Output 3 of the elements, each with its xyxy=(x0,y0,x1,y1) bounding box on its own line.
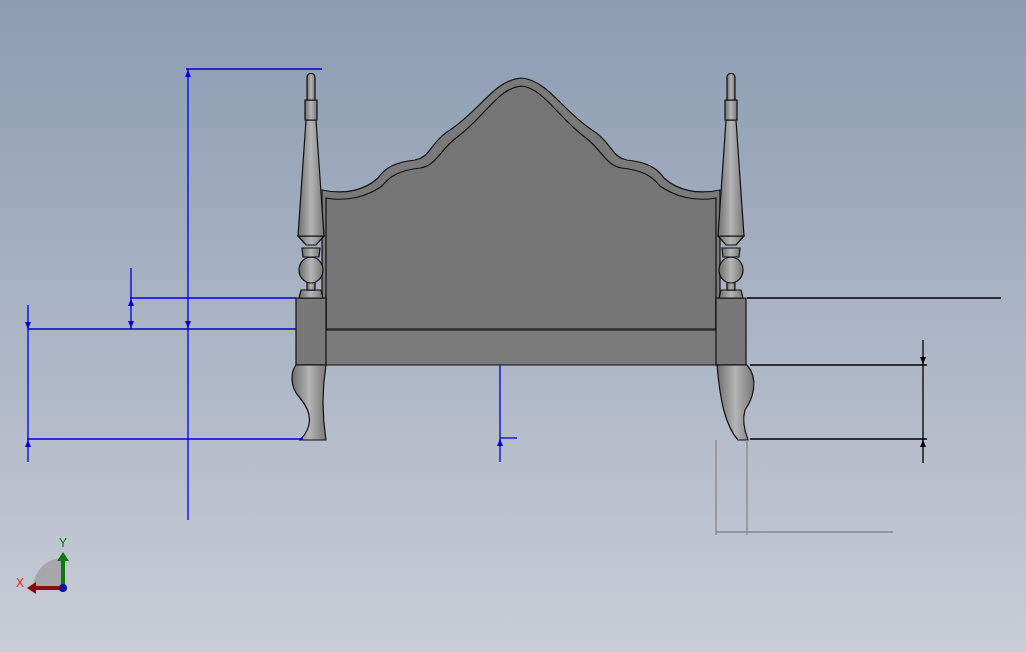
axis-triad-icon xyxy=(27,552,69,594)
axis-label: X xyxy=(16,576,24,590)
axis-label: Y xyxy=(59,536,67,550)
